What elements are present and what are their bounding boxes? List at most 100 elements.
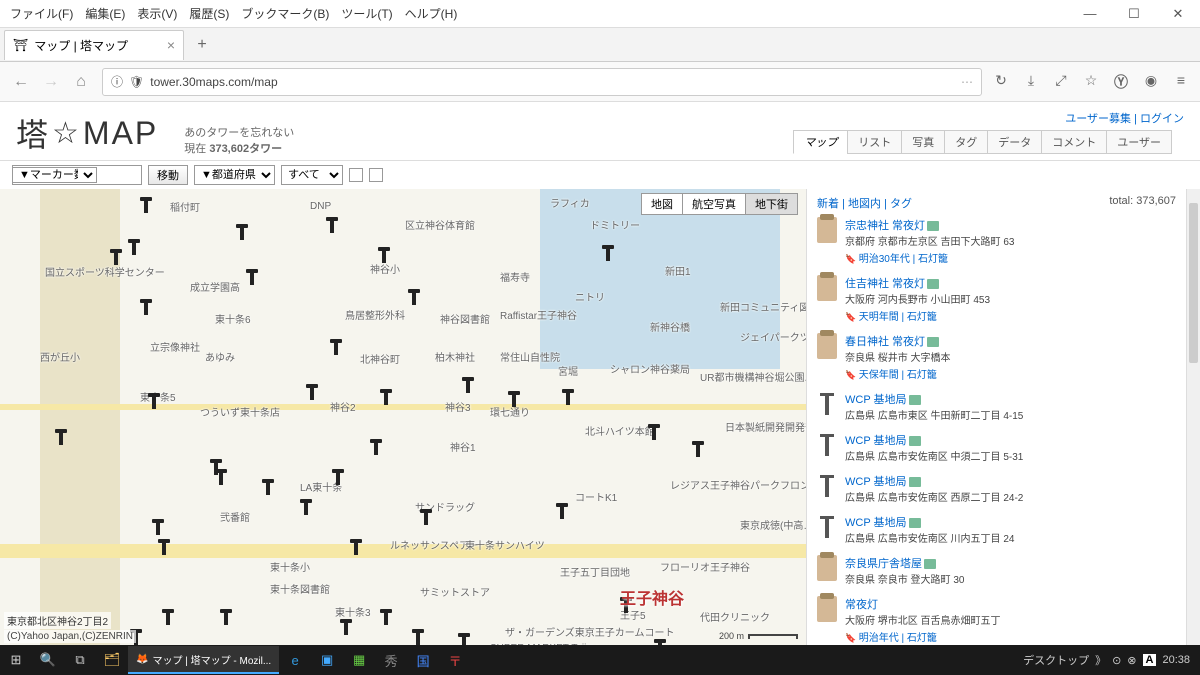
tower-tags[interactable]: 明治年代 | 石灯籠 [845,629,1176,644]
menu-item[interactable]: 履歴(S) [185,3,233,24]
maximize-button[interactable]: ☐ [1112,0,1156,28]
tower-title-link[interactable]: 春日神社 常夜灯 [845,336,925,348]
tower-marker-icon[interactable] [220,609,232,625]
tower-marker-icon[interactable] [140,197,152,213]
close-button[interactable]: ✕ [1156,0,1200,28]
tower-title-link[interactable]: 住吉神社 常夜灯 [845,278,925,290]
reload-button[interactable]: ↻ [990,72,1012,92]
nav-tab[interactable]: コメント [1041,130,1107,154]
nav-tab[interactable]: タグ [944,130,988,154]
tower-marker-icon[interactable] [152,519,164,535]
tower-marker-icon[interactable] [340,619,352,635]
fullscreen-button[interactable]: ⤢ [1050,72,1072,92]
tower-title-link[interactable]: 宗忠神社 常夜灯 [845,220,925,232]
tower-marker-icon[interactable] [412,629,424,645]
info-icon[interactable]: ⓘ [111,73,123,90]
minimize-button[interactable]: — [1068,0,1112,28]
tower-title-link[interactable]: WCP 基地局 [845,517,907,529]
tray-icon-1[interactable]: ⊙ [1112,654,1121,667]
tower-marker-icon[interactable] [236,224,248,240]
tower-marker-icon[interactable] [350,539,362,555]
sidebar-filter-link[interactable]: タグ [890,198,912,210]
sidebar-filter-link[interactable]: 新着 [817,198,839,210]
tower-title-link[interactable]: 奈良県庁舎塔屋 [845,558,922,570]
tower-marker-icon[interactable] [330,339,342,355]
search-icon[interactable]: 🔍 [32,645,64,675]
tower-title-link[interactable]: 常夜灯 [845,599,878,611]
map-type-tab[interactable]: 航空写真 [682,193,746,215]
nav-tab[interactable]: リスト [847,130,902,154]
clock[interactable]: 20:38 [1162,654,1190,666]
nav-tab[interactable]: 写真 [901,130,945,154]
tower-marker-icon[interactable] [306,384,318,400]
tower-title-link[interactable]: WCP 基地局 [845,394,907,406]
menu-item[interactable]: ファイル(F) [6,3,77,24]
menu-button[interactable]: ≡ [1170,72,1192,92]
checkbox-2[interactable] [369,168,383,182]
tower-marker-icon[interactable] [110,249,122,265]
menu-item[interactable]: 編集(E) [81,3,129,24]
tower-marker-icon[interactable] [420,509,432,525]
nav-tab[interactable]: マップ [793,130,848,154]
sidebar-scrollbar[interactable] [1186,189,1200,645]
tower-marker-icon[interactable] [162,609,174,625]
tower-marker-icon[interactable] [148,393,160,409]
tower-marker-icon[interactable] [462,377,474,393]
tab-close-icon[interactable]: × [167,37,175,53]
tower-marker-icon[interactable] [370,439,382,455]
tower-marker-icon[interactable] [300,499,312,515]
tower-marker-icon[interactable] [378,247,390,263]
app-icon-2[interactable]: ▦ [343,645,375,675]
tower-marker-icon[interactable] [380,389,392,405]
tower-marker-icon[interactable] [215,469,227,485]
bookmark-button[interactable]: ☆ [1080,72,1102,92]
explorer-icon[interactable]: 🗂 [96,645,128,675]
tower-tags[interactable]: 明治30年代 | 石灯籠 [845,250,1176,265]
new-tab-button[interactable]: + [188,31,216,59]
tower-marker-icon[interactable] [55,429,67,445]
tower-marker-icon[interactable] [602,245,614,261]
menu-item[interactable]: 表示(V) [133,3,181,24]
tower-marker-icon[interactable] [332,469,344,485]
tower-marker-icon[interactable] [408,289,420,305]
site-logo[interactable]: 塔 ☆ MAP [16,110,158,156]
edge-icon[interactable]: e [279,645,311,675]
tower-marker-icon[interactable] [458,633,470,645]
start-button[interactable]: ⊞ [0,645,32,675]
tower-title-link[interactable]: WCP 基地局 [845,476,907,488]
tower-title-link[interactable]: WCP 基地局 [845,435,907,447]
tower-tags[interactable]: 天保年間 | 石灯籠 [845,366,1176,381]
download-button[interactable]: ⤓ [1020,72,1042,92]
shield-icon[interactable]: 🛡 [129,75,144,89]
map-area[interactable]: 地図航空写真地下街 稲付町DNP区立神谷体育館西が丘小国立スポーツ科学センター成… [0,189,806,645]
nav-tab[interactable]: ユーザー [1106,130,1172,154]
tower-marker-icon[interactable] [158,539,170,555]
url-more-icon[interactable]: ⋯ [961,75,973,89]
recruit-link[interactable]: ユーザー募集 [1065,113,1131,125]
home-button[interactable]: ⌂ [68,73,94,91]
tower-marker-icon[interactable] [508,391,520,407]
account-icon[interactable]: ◉ [1140,72,1162,92]
yahoo-icon[interactable]: Ⓨ [1110,72,1132,92]
taskbar-firefox[interactable]: 🦊 マップ | 塔マップ - Mozil... [128,646,279,674]
app-icon-4[interactable]: 国 [407,645,439,675]
menu-item[interactable]: ヘルプ(H) [401,3,462,24]
tower-marker-icon[interactable] [326,217,338,233]
login-link[interactable]: ログイン [1140,113,1184,125]
tower-marker-icon[interactable] [692,441,704,457]
checkbox-1[interactable] [349,168,363,182]
back-button[interactable]: ← [8,73,34,91]
browser-tab[interactable]: ⛩ マップ | 塔マップ × [4,30,184,60]
tower-marker-icon[interactable] [562,389,574,405]
app-icon-5[interactable]: 〒 [439,645,471,675]
nav-tab[interactable]: データ [987,130,1042,154]
tower-marker-icon[interactable] [648,424,660,440]
map-type-tab[interactable]: 地下街 [745,193,798,215]
taskview-icon[interactable]: ⧉ [64,645,96,675]
marker-count-select[interactable]: ▼マーカー数 [12,167,97,183]
tower-marker-icon[interactable] [246,269,258,285]
prefecture-select[interactable]: ▼都道府県 [194,165,275,185]
sidebar-filter-link[interactable]: 地図内 [848,198,881,210]
url-field[interactable]: ⓘ 🛡 tower.30maps.com/map ⋯ [102,68,982,96]
forward-button[interactable]: → [38,73,64,91]
